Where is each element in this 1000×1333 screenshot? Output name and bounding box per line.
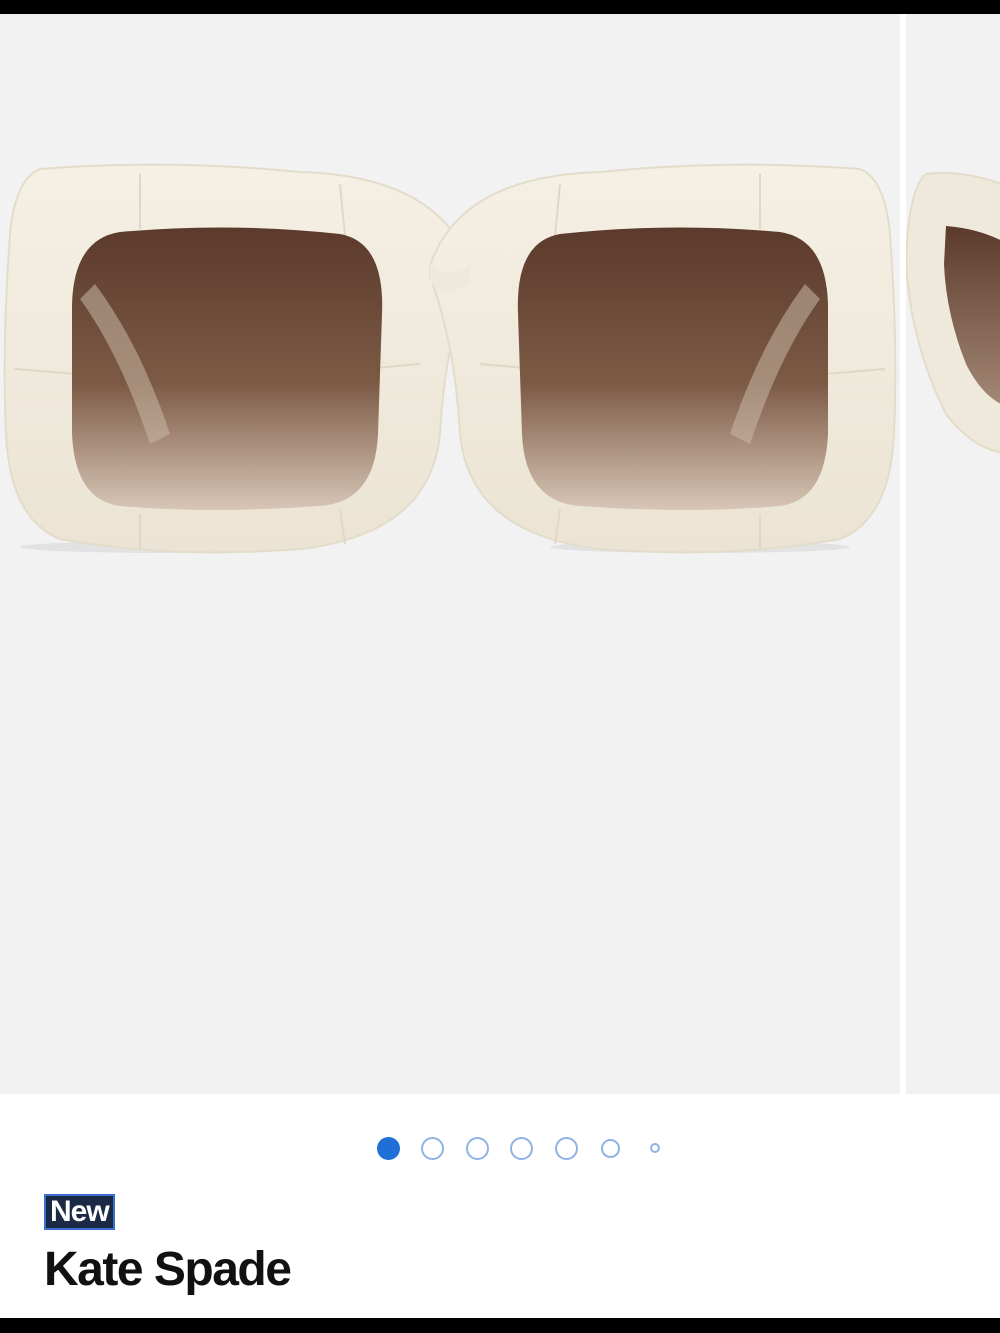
- new-badge: New: [44, 1194, 115, 1230]
- pagination-dot-7[interactable]: [650, 1143, 660, 1153]
- bottom-edge-bar: [0, 1318, 1000, 1333]
- carousel-pagination: [0, 1135, 1000, 1161]
- next-product-image-slide[interactable]: [906, 14, 1000, 1094]
- sunglasses-image: [3, 163, 897, 554]
- sunglasses-image-partial: [906, 172, 1000, 454]
- product-image-slide[interactable]: [0, 14, 900, 1094]
- pagination-dot-5[interactable]: [555, 1137, 578, 1160]
- pagination-dot-6[interactable]: [601, 1139, 620, 1158]
- pagination-dot-2[interactable]: [421, 1137, 444, 1160]
- pagination-dot-4[interactable]: [510, 1137, 533, 1160]
- product-image-carousel[interactable]: [0, 14, 1000, 1094]
- status-bar: [0, 0, 1000, 14]
- product-brand[interactable]: Kate Spade: [44, 1240, 292, 1300]
- pagination-dot-3[interactable]: [466, 1137, 489, 1160]
- pagination-dot-1[interactable]: [377, 1137, 400, 1160]
